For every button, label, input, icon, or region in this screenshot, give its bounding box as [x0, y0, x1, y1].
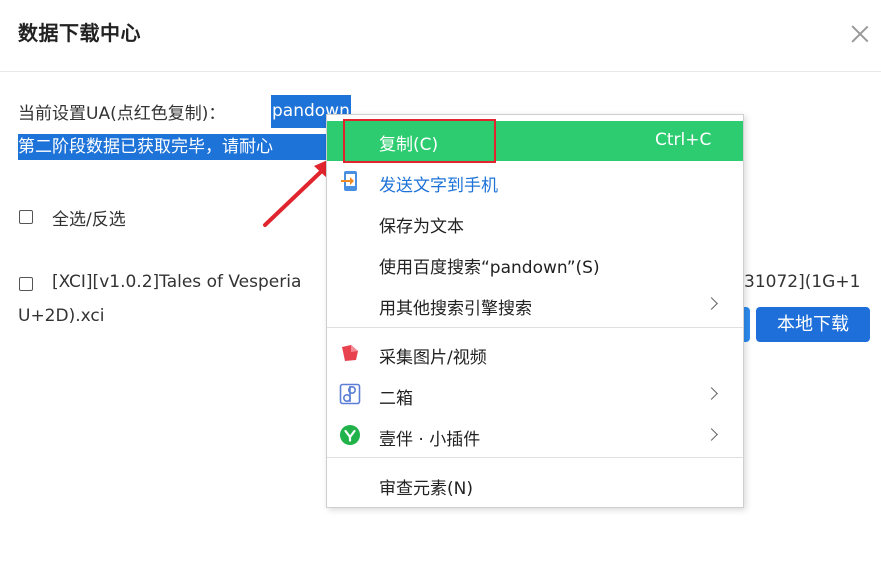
menu-item-yiban[interactable]: 壹伴 · 小插件 — [327, 416, 743, 456]
menu-item-save-text[interactable]: 保存为文本 — [327, 203, 743, 243]
send-to-phone-icon — [341, 171, 357, 191]
menu-item-baidu-search[interactable]: 使用百度搜索“pandown”(S) — [327, 244, 743, 284]
erxiang-icon — [339, 383, 361, 405]
copy-shortcut: Ctrl+C — [655, 130, 712, 150]
submenu-arrow-icon — [705, 428, 718, 441]
menu-item-erxiang[interactable]: 二箱 — [327, 375, 743, 415]
submenu-arrow-icon — [705, 387, 718, 400]
collect-media-icon — [342, 345, 358, 361]
menu-separator — [327, 457, 743, 458]
submenu-arrow-icon — [705, 297, 718, 310]
annotation-highlight-box — [343, 119, 496, 163]
yiban-icon — [340, 425, 360, 445]
menu-item-collect-media[interactable]: 采集图片/视频 — [327, 334, 743, 374]
menu-item-inspect[interactable]: 审查元素(N) — [327, 465, 743, 505]
menu-item-other-search[interactable]: 用其他搜索引擎搜索 — [327, 285, 743, 325]
menu-separator — [327, 327, 743, 328]
context-menu: 复制(C) Ctrl+C 发送文字到手机 保存为文本 使用百度搜索“pandow… — [326, 114, 744, 508]
menu-item-send-to-phone[interactable]: 发送文字到手机 — [327, 162, 743, 202]
